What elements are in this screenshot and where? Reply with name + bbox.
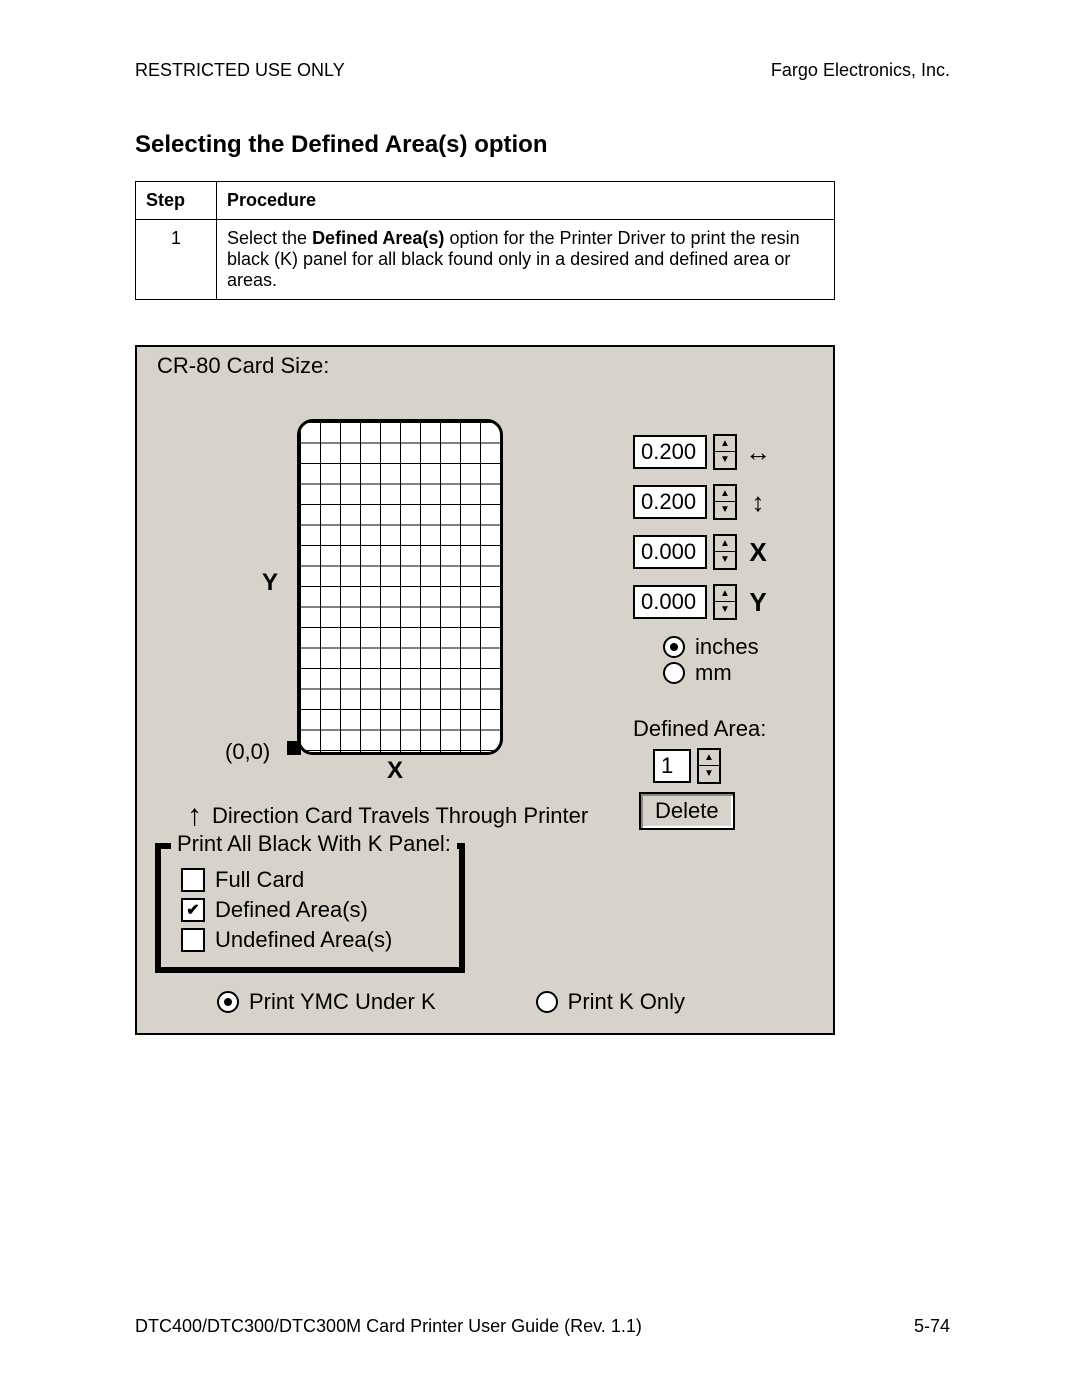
footer-left: DTC400/DTC300/DTC300M Card Printer User …: [135, 1316, 642, 1337]
defined-area-input[interactable]: [653, 749, 691, 783]
height-down[interactable]: ▼: [715, 502, 735, 518]
unit-mm[interactable]: mm: [663, 660, 813, 686]
unit-group: inches mm: [633, 634, 813, 686]
width-up[interactable]: ▲: [715, 436, 735, 452]
page-footer: DTC400/DTC300/DTC300M Card Printer User …: [135, 1316, 950, 1337]
y-input[interactable]: [633, 585, 707, 619]
kpanel-wrap: Print All Black With K Panel: Full Card …: [155, 843, 813, 973]
radio-konly-btn[interactable]: [536, 991, 558, 1013]
defined-area-label: Defined Area:: [633, 716, 813, 742]
height-input[interactable]: [633, 485, 707, 519]
spin-width: ▲▼ ↔: [633, 434, 813, 470]
unit-inches[interactable]: inches: [663, 634, 813, 660]
chk-undefined[interactable]: Undefined Area(s): [181, 927, 439, 953]
step-text-bold: Defined Area(s): [312, 228, 444, 248]
x-down[interactable]: ▼: [715, 552, 735, 568]
defarea-down[interactable]: ▼: [699, 766, 719, 782]
checkbox-defined[interactable]: ✔: [181, 898, 205, 922]
kpanel-groupbox: Print All Black With K Panel: Full Card …: [155, 843, 465, 973]
undefined-label: Undefined Area(s): [215, 927, 392, 953]
spin-height: ▲▼ ↕: [633, 484, 813, 520]
radio-ymc-label: Print YMC Under K: [249, 989, 436, 1015]
spin-y: ▲▼ Y: [633, 584, 813, 620]
radio-inches[interactable]: [663, 636, 685, 658]
y-up[interactable]: ▲: [715, 586, 735, 602]
height-up[interactable]: ▲: [715, 486, 735, 502]
step-text: Select the Defined Area(s) option for th…: [217, 220, 835, 300]
radio-konly[interactable]: Print K Only: [536, 989, 685, 1015]
header-left: RESTRICTED USE ONLY: [135, 60, 345, 81]
up-arrow-icon: ↑: [187, 799, 202, 833]
x-spinner[interactable]: ▲▼: [713, 534, 737, 570]
step-number: 1: [136, 220, 217, 300]
width-down[interactable]: ▼: [715, 452, 735, 468]
x-up[interactable]: ▲: [715, 536, 735, 552]
footer-right: 5-74: [914, 1316, 950, 1337]
unit-inches-label: inches: [695, 634, 759, 660]
width-spinner[interactable]: ▲▼: [713, 434, 737, 470]
radio-konly-label: Print K Only: [568, 989, 685, 1015]
spin-x: ▲▼ X: [633, 534, 813, 570]
dialog-upper: Y (0,0) X ↑ Direction Card Travels Throu…: [137, 379, 833, 839]
card-size-label: CR-80 Card Size:: [137, 347, 833, 379]
bottom-radio-row: Print YMC Under K Print K Only: [137, 973, 833, 1033]
chk-defined[interactable]: ✔ Defined Area(s): [181, 897, 439, 923]
y-axis-label: Y: [262, 569, 278, 597]
page: RESTRICTED USE ONLY Fargo Electronics, I…: [0, 0, 1080, 1397]
procedure-table: Step Procedure 1 Select the Defined Area…: [135, 181, 835, 300]
checkbox-undefined[interactable]: [181, 928, 205, 952]
printer-dialog: CR-80 Card Size: Y (0,0) X ↑ Direction C…: [135, 345, 835, 1035]
defined-area-spin: ▲▼: [653, 748, 813, 784]
width-icon: ↔: [743, 437, 773, 468]
y-icon: Y: [743, 587, 773, 618]
gridlines: [300, 422, 500, 752]
card-preview-area: Y (0,0) X ↑ Direction Card Travels Throu…: [137, 379, 633, 839]
height-spinner[interactable]: ▲▼: [713, 484, 737, 520]
kpanel-legend: Print All Black With K Panel:: [171, 831, 457, 857]
col-step: Step: [136, 182, 217, 220]
chk-full-card[interactable]: Full Card: [181, 867, 439, 893]
radio-ymc[interactable]: Print YMC Under K: [217, 989, 436, 1015]
delete-button[interactable]: Delete: [639, 792, 735, 830]
radio-mm[interactable]: [663, 662, 685, 684]
x-input[interactable]: [633, 535, 707, 569]
defarea-up[interactable]: ▲: [699, 750, 719, 766]
page-header: RESTRICTED USE ONLY Fargo Electronics, I…: [135, 60, 950, 81]
width-input[interactable]: [633, 435, 707, 469]
card-grid: [297, 419, 503, 755]
x-axis-label: X: [387, 757, 403, 785]
direction-row: ↑ Direction Card Travels Through Printer: [187, 799, 588, 833]
right-column: ▲▼ ↔ ▲▼ ↕ ▲▼ X ▲▼ Y: [633, 379, 813, 839]
header-right: Fargo Electronics, Inc.: [771, 60, 950, 81]
step-text-pre: Select the: [227, 228, 312, 248]
checkbox-full-card[interactable]: [181, 868, 205, 892]
full-card-label: Full Card: [215, 867, 304, 893]
defined-label: Defined Area(s): [215, 897, 368, 923]
defined-area-spinner[interactable]: ▲▼: [697, 748, 721, 784]
x-icon: X: [743, 537, 773, 568]
col-procedure: Procedure: [217, 182, 835, 220]
section-title: Selecting the Defined Area(s) option: [135, 131, 950, 159]
height-icon: ↕: [743, 487, 773, 518]
y-spinner[interactable]: ▲▼: [713, 584, 737, 620]
radio-ymc-btn[interactable]: [217, 991, 239, 1013]
unit-mm-label: mm: [695, 660, 732, 686]
direction-label: Direction Card Travels Through Printer: [212, 803, 588, 829]
origin-marker: [287, 741, 301, 755]
origin-label: (0,0): [225, 739, 270, 765]
y-down[interactable]: ▼: [715, 602, 735, 618]
